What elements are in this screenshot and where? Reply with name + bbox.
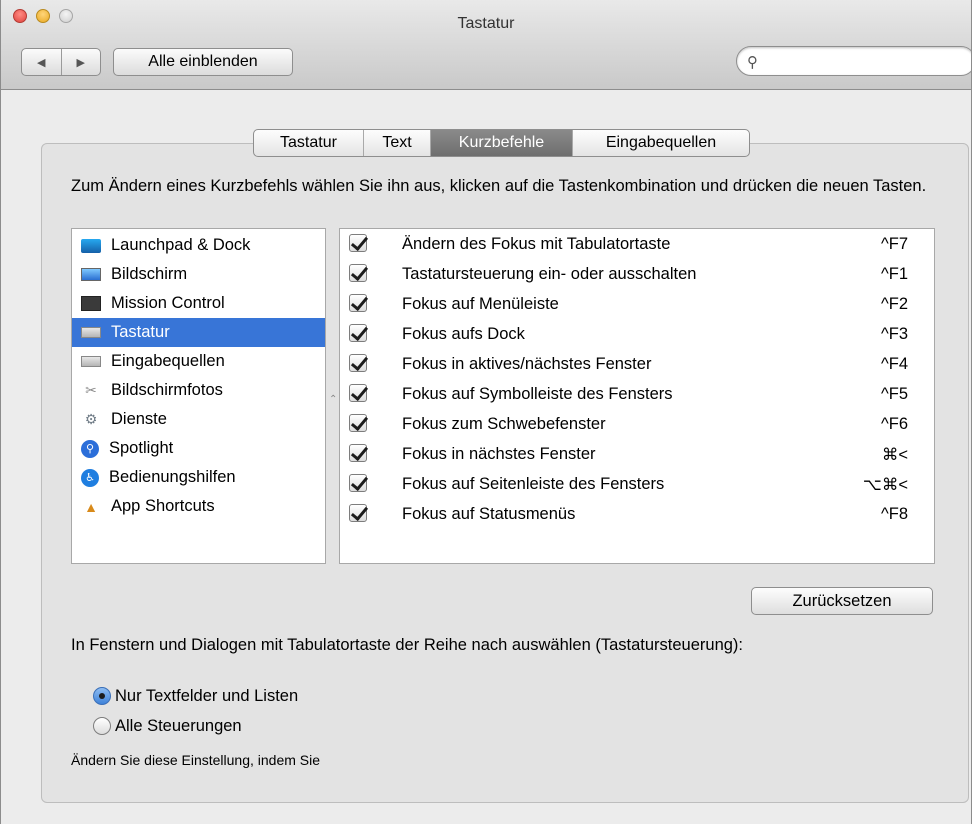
tab-navigation-hint: Ändern Sie diese Einstellung, indem Sie xyxy=(71,752,321,768)
shortcut-list: Ändern des Fokus mit Tabulatortaste ^F7 … xyxy=(339,228,935,564)
radio-label: Alle Steuerungen xyxy=(115,716,242,735)
category-bedienungshilfen[interactable]: ♿ Bedienungshilfen xyxy=(72,463,325,492)
category-bildschirmfotos[interactable]: ✂ Bildschirmfotos xyxy=(72,376,325,405)
category-launchpad-dock[interactable]: Launchpad & Dock xyxy=(72,231,325,260)
instructions-text: Zum Ändern eines Kurzbefehls wählen Sie … xyxy=(71,177,927,195)
spotlight-icon: ⚲ xyxy=(81,439,99,458)
radio-text-fields-lists[interactable]: Nur Textfelder und Listen xyxy=(93,685,298,707)
shortcut-checkbox[interactable] xyxy=(349,234,367,252)
shortcut-key[interactable]: ^F7 xyxy=(881,235,908,254)
search-input[interactable] xyxy=(767,51,957,71)
app-store-icon: ▲ xyxy=(84,498,98,515)
shortcut-key[interactable]: ^F8 xyxy=(881,505,908,524)
shortcut-label: Fokus in aktives/nächstes Fenster xyxy=(402,355,652,373)
shortcut-row[interactable]: Fokus auf Menüleiste ^F2 xyxy=(340,289,934,319)
category-label: Spotlight xyxy=(109,439,174,457)
shortcut-label: Fokus auf Statusmenüs xyxy=(402,505,576,523)
category-app-shortcuts[interactable]: ▲ App Shortcuts xyxy=(72,492,325,521)
shortcut-checkbox[interactable] xyxy=(349,324,367,342)
shortcut-row[interactable]: Fokus in aktives/nächstes Fenster ^F4 xyxy=(340,349,934,379)
window-title: Tastatur xyxy=(457,15,515,32)
search-field[interactable]: ⚲ xyxy=(736,46,971,76)
preferences-window: Tastatur ◀ ▶ Alle einblenden ⚲ Tastatur … xyxy=(0,0,972,824)
radio-all-controls[interactable]: Alle Steuerungen xyxy=(93,715,242,737)
shortcut-label: Fokus aufs Dock xyxy=(402,325,525,343)
screenshot-icon: ✂ xyxy=(85,382,97,398)
radio-label: Nur Textfelder und Listen xyxy=(115,686,299,705)
launchpad-icon xyxy=(81,238,101,253)
shortcut-key[interactable]: ^F3 xyxy=(881,325,908,344)
tab-navigation-label: In Fenstern und Dialogen mit Tabulatorta… xyxy=(71,636,744,654)
gear-icon: ⚙ xyxy=(84,411,98,427)
display-icon xyxy=(81,268,101,281)
category-label: Dienste xyxy=(111,410,167,428)
category-label: App Shortcuts xyxy=(111,497,215,515)
category-bildschirm[interactable]: Bildschirm xyxy=(72,260,325,289)
mission-control-icon xyxy=(81,296,101,311)
tab-tastatur[interactable]: Tastatur xyxy=(254,130,364,156)
category-dienste[interactable]: ⚙ Dienste xyxy=(72,405,325,434)
back-forward-control: ◀ ▶ xyxy=(21,48,101,76)
shortcut-row[interactable]: Tastatursteuerung ein- oder ausschalten … xyxy=(340,259,934,289)
shortcut-row[interactable]: Fokus auf Statusmenüs ^F8 xyxy=(340,499,934,529)
shortcut-label: Fokus auf Symbolleiste des Fensters xyxy=(402,385,673,403)
shortcut-key[interactable]: ^F4 xyxy=(881,355,908,374)
shortcut-row[interactable]: Fokus auf Symbolleiste des Fensters ^F5 xyxy=(340,379,934,409)
category-spotlight[interactable]: ⚲ Spotlight xyxy=(72,434,325,463)
category-mission-control[interactable]: Mission Control xyxy=(72,289,325,318)
shortcut-label: Ändern des Fokus mit Tabulatortaste xyxy=(402,235,671,253)
shortcut-checkbox[interactable] xyxy=(349,414,367,432)
shortcut-key[interactable]: ^F5 xyxy=(881,385,908,404)
shortcut-checkbox[interactable] xyxy=(349,474,367,492)
keyboard-icon xyxy=(81,356,101,367)
shortcut-label: Fokus auf Seitenleiste des Fensters xyxy=(402,475,665,493)
window-toolbar: Tastatur ◀ ▶ Alle einblenden ⚲ xyxy=(1,0,971,90)
shortcut-checkbox[interactable] xyxy=(349,264,367,282)
shortcut-key[interactable]: ^F2 xyxy=(881,295,908,314)
category-label: Bildschirmfotos xyxy=(111,381,223,399)
category-label: Mission Control xyxy=(111,294,225,312)
category-list: Launchpad & Dock Bildschirm Mission Cont… xyxy=(71,228,326,564)
category-label: Bildschirm xyxy=(111,265,188,283)
shortcut-key[interactable]: ⌘< xyxy=(882,445,908,465)
shortcut-checkbox[interactable] xyxy=(349,354,367,372)
shortcut-checkbox[interactable] xyxy=(349,444,367,462)
tab-eingabequellen[interactable]: Eingabequellen xyxy=(573,130,749,156)
keyboard-icon xyxy=(81,327,101,338)
shortcut-key[interactable]: ⌥⌘< xyxy=(863,475,908,495)
shortcut-row[interactable]: Fokus in nächstes Fenster ⌘< xyxy=(340,439,934,469)
accessibility-icon: ♿ xyxy=(81,468,99,487)
shortcut-label: Tastatursteuerung ein- oder ausschalten xyxy=(402,265,697,283)
shortcut-row[interactable]: Fokus aufs Dock ^F3 xyxy=(340,319,934,349)
shortcut-checkbox[interactable] xyxy=(349,384,367,402)
tab-text[interactable]: Text xyxy=(364,130,431,156)
radio-button[interactable] xyxy=(93,717,111,735)
shortcut-row[interactable]: Fokus auf Seitenleiste des Fensters ⌥⌘< xyxy=(340,469,934,499)
shortcut-label: Fokus auf Menüleiste xyxy=(402,295,559,313)
category-label: Eingabequellen xyxy=(111,352,225,370)
back-button[interactable]: ◀ xyxy=(22,49,62,75)
shortcut-row[interactable]: Fokus zum Schwebefenster ^F6 xyxy=(340,409,934,439)
shortcut-checkbox[interactable] xyxy=(349,504,367,522)
shortcut-checkbox[interactable] xyxy=(349,294,367,312)
shortcut-key[interactable]: ^F1 xyxy=(881,265,908,284)
tab-bar: Tastatur Text Kurzbefehle Eingabequellen xyxy=(253,129,750,157)
reset-button[interactable]: Zurücksetzen xyxy=(751,587,933,615)
category-eingabequellen[interactable]: Eingabequellen xyxy=(72,347,325,376)
shortcut-label: Fokus zum Schwebefenster xyxy=(402,415,606,433)
shortcut-row[interactable]: Ändern des Fokus mit Tabulatortaste ^F7 xyxy=(340,229,934,259)
forward-button[interactable]: ▶ xyxy=(62,49,101,75)
split-view-handle[interactable]: ⌃ xyxy=(329,394,337,405)
radio-button-selected[interactable] xyxy=(93,687,111,705)
show-all-button[interactable]: Alle einblenden xyxy=(113,48,293,76)
category-tastatur[interactable]: Tastatur xyxy=(72,318,325,347)
tab-kurzbefehle[interactable]: Kurzbefehle xyxy=(431,130,573,156)
category-label: Bedienungshilfen xyxy=(109,468,236,486)
magnifier-icon: ⚲ xyxy=(747,54,758,71)
shortcut-key[interactable]: ^F6 xyxy=(881,415,908,434)
category-label: Tastatur xyxy=(111,323,170,341)
category-label: Launchpad & Dock xyxy=(111,236,251,254)
shortcut-label: Fokus in nächstes Fenster xyxy=(402,445,596,463)
